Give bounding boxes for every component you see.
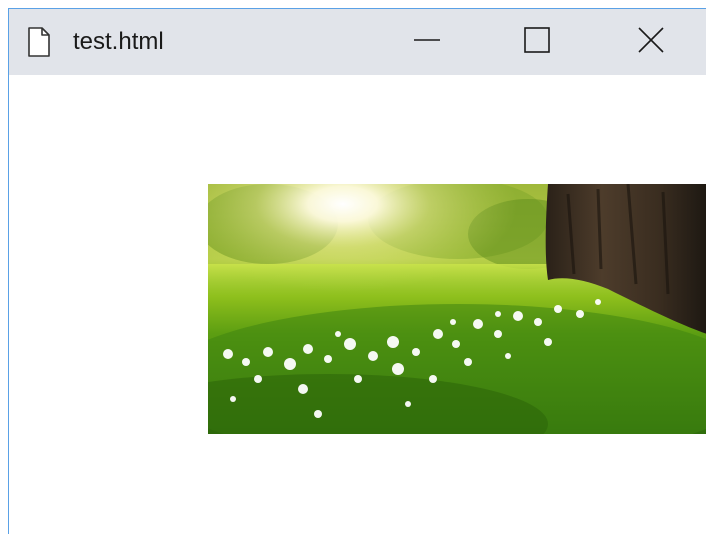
maximize-icon	[522, 25, 552, 60]
close-button[interactable]	[621, 19, 681, 65]
forest-meadow-photo	[208, 184, 706, 434]
maximize-button[interactable]	[507, 19, 567, 65]
minimize-icon	[412, 25, 442, 60]
title-bar[interactable]: test.html	[9, 9, 706, 75]
page-content	[9, 75, 706, 534]
window-title: test.html	[73, 28, 164, 55]
document-icon	[27, 27, 51, 57]
browser-window: test.html	[8, 8, 706, 534]
minimize-button[interactable]	[397, 19, 457, 65]
close-icon	[636, 25, 666, 60]
